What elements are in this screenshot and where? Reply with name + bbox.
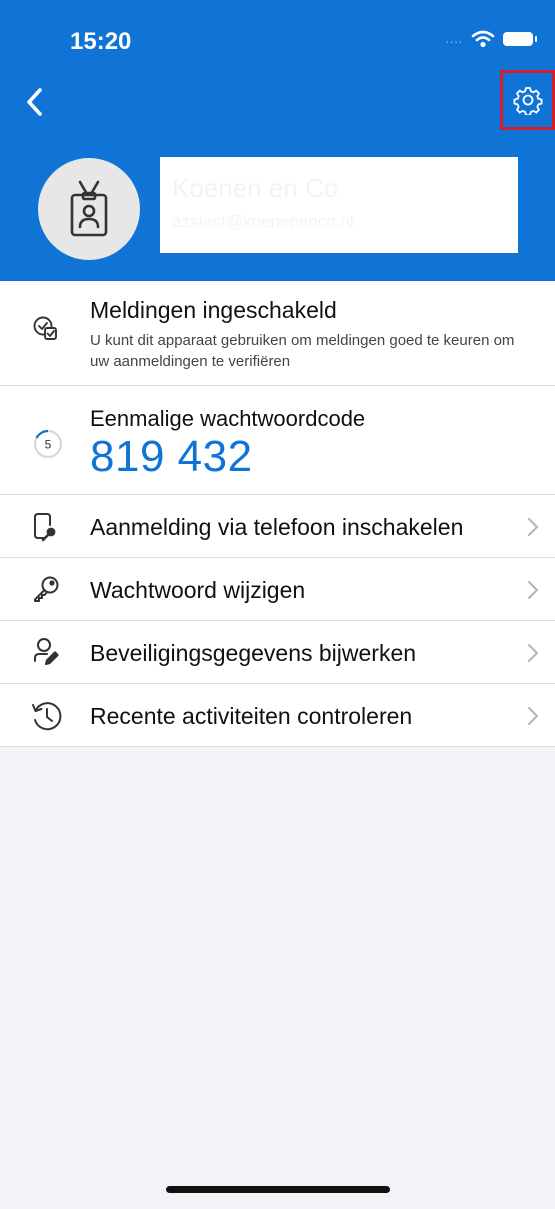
id-badge-icon (70, 180, 108, 237)
status-icons: .... (445, 30, 537, 48)
countdown-timer-icon: 5 (32, 428, 64, 460)
chevron-right-icon (528, 707, 539, 725)
key-icon (32, 575, 60, 603)
account-info: Koenen en Co azstest@koenenenco.nl (160, 157, 518, 253)
account-options-list: Meldingen ingeschakeld U kunt dit appara… (0, 281, 555, 747)
menu-item-label: Recente activiteiten controleren (90, 703, 413, 729)
battery-icon (503, 32, 537, 46)
phone-key-icon (32, 512, 58, 542)
chevron-right-icon (528, 581, 539, 599)
user-edit-icon (32, 637, 60, 667)
menu-item-phone-sign-in[interactable]: Aanmelding via telefoon inschakelen (0, 495, 555, 558)
settings-button[interactable] (500, 70, 555, 130)
countdown-value: 5 (45, 438, 52, 452)
otp-code: 819 432 (90, 432, 253, 481)
status-time: 15:20 (70, 28, 132, 55)
menu-item-change-password[interactable]: Wachtwoord wijzigen (0, 558, 555, 621)
menu-item-recent-activity[interactable]: Recente activiteiten controleren (0, 684, 555, 747)
chevron-right-icon (528, 518, 539, 536)
notifications-status-row: Meldingen ingeschakeld U kunt dit appara… (0, 281, 555, 386)
history-icon (30, 699, 64, 733)
otp-title: Eenmalige wachtwoordcode (90, 406, 366, 431)
home-indicator[interactable] (166, 1186, 390, 1193)
notifications-title: Meldingen ingeschakeld (90, 297, 337, 323)
notifications-description: U kunt dit apparaat gebruiken om melding… (90, 332, 515, 370)
account-email: azstest@koenenenco.nl (172, 212, 354, 231)
wifi-icon (471, 30, 495, 48)
otp-row: 5 Eenmalige wachtwoordcode 819 432 (0, 386, 555, 495)
menu-item-label: Aanmelding via telefoon inschakelen (90, 514, 464, 540)
account-header: 15:20 .... Koenen en Co azstest@koenenen… (0, 0, 555, 281)
account-name: Koenen en Co (172, 173, 339, 203)
menu-item-label: Wachtwoord wijzigen (90, 577, 306, 603)
signal-icon: .... (445, 32, 463, 46)
check-badge-icon (32, 315, 58, 341)
avatar (38, 158, 140, 260)
menu-item-update-security-info[interactable]: Beveiligingsgegevens bijwerken (0, 621, 555, 684)
menu-item-label: Beveiligingsgegevens bijwerken (90, 640, 417, 666)
chevron-left-icon (27, 88, 42, 116)
back-button[interactable] (22, 84, 48, 120)
chevron-right-icon (528, 644, 539, 662)
gear-icon (513, 87, 542, 115)
